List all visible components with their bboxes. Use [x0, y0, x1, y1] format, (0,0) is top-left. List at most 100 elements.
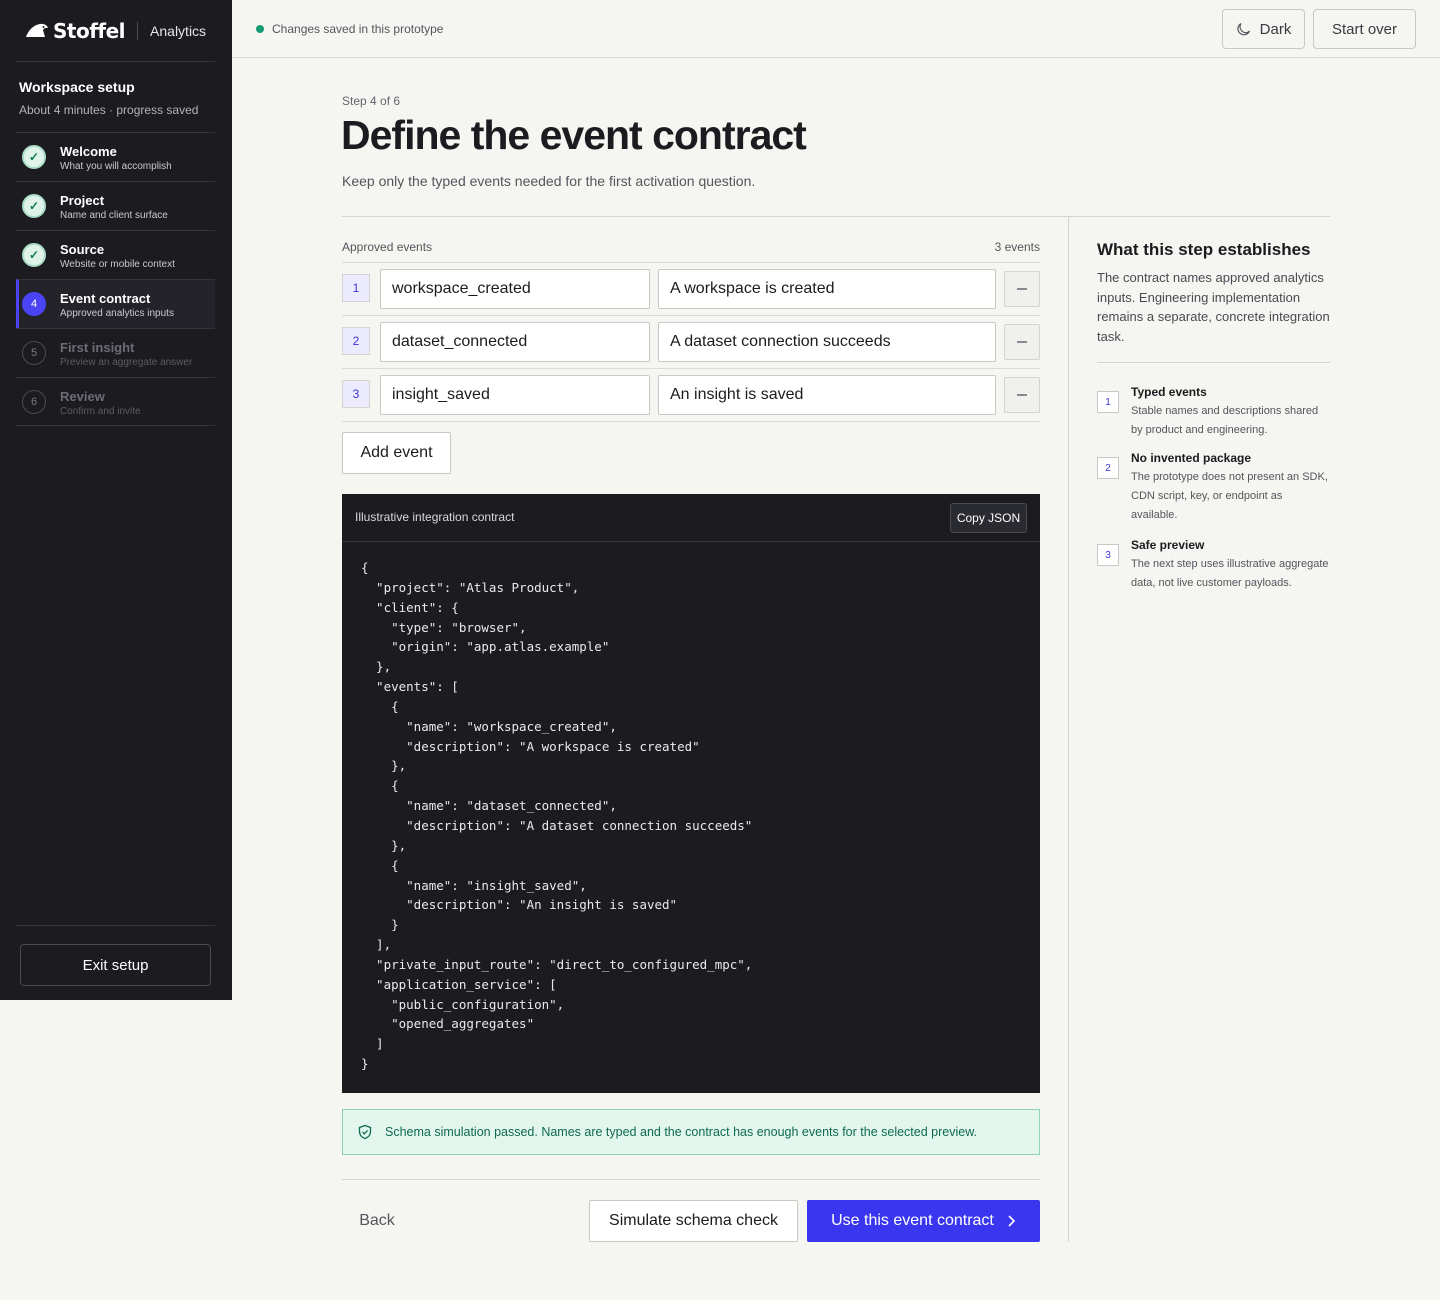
shield-check-icon [358, 1124, 372, 1140]
step-welcome[interactable]: ✓ Welcome What you will accomplish [16, 132, 215, 181]
save-status: Changes saved in this prototype [256, 22, 443, 36]
item-text: The prototype does not present an SDK, C… [1131, 471, 1328, 521]
step-desc: Confirm and invite [60, 406, 141, 417]
item-title: No invented package [1131, 451, 1252, 465]
step-name: Source [60, 242, 105, 257]
item-number: 1 [1097, 391, 1119, 413]
step-number: 5 [22, 341, 46, 365]
integration-contract: Illustrative integration contract Copy J… [342, 494, 1040, 1093]
event-name-input[interactable] [380, 269, 650, 309]
divider [342, 368, 1040, 369]
panel-title: What this step establishes [1097, 240, 1311, 259]
divider [1097, 362, 1330, 363]
step-desc: Name and client surface [60, 210, 168, 221]
divider [342, 315, 1040, 316]
divider [342, 421, 1040, 422]
event-row: 3 [342, 375, 1040, 415]
start-over-button[interactable]: Start over [1313, 9, 1416, 49]
brand-name: Stoffel [53, 19, 126, 43]
simulate-schema-check-button[interactable]: Simulate schema check [589, 1200, 798, 1242]
step-desc: Approved analytics inputs [60, 308, 174, 319]
brand: Stoffel Analytics [24, 18, 206, 44]
event-number: 2 [342, 327, 370, 355]
events-count: 3 events [994, 240, 1040, 254]
code-title: Illustrative integration contract [355, 510, 515, 524]
step-name: First insight [60, 340, 135, 355]
event-number: 1 [342, 274, 370, 302]
stoffel-logo-icon [26, 23, 48, 37]
success-text: Schema simulation passed. Names are type… [385, 1125, 978, 1139]
minus-icon [1017, 394, 1027, 396]
event-row: 2 [342, 322, 1040, 362]
setup-steps: ✓ Welcome What you will accomplish ✓ Pro… [16, 132, 215, 426]
copy-json-button[interactable]: Copy JSON [950, 503, 1027, 533]
step-name: Review [60, 389, 105, 404]
event-description-input[interactable] [658, 269, 996, 309]
item-title: Typed events [1131, 385, 1207, 399]
panel-text: The contract names approved analytics in… [1097, 270, 1330, 344]
step-project[interactable]: ✓ Project Name and client surface [16, 181, 215, 230]
use-event-contract-button[interactable]: Use this event contract [807, 1200, 1040, 1242]
step-desc: What you will accomplish [60, 161, 172, 172]
step-desc: Preview an aggregate answer [60, 357, 193, 368]
remove-event-button[interactable] [1004, 377, 1040, 413]
step-number: 6 [22, 390, 46, 414]
column-divider [1068, 216, 1069, 1242]
divider [342, 1179, 1040, 1180]
step-name: Welcome [60, 144, 117, 159]
events-label: Approved events [342, 240, 433, 254]
step-name: Event contract [60, 291, 151, 306]
back-button[interactable]: Back [342, 1200, 412, 1242]
workspace-title: Workspace setup [19, 79, 135, 95]
add-event-button[interactable]: Add event [342, 432, 451, 474]
chevron-right-icon [1008, 1215, 1016, 1227]
remove-event-button[interactable] [1004, 324, 1040, 360]
success-banner: Schema simulation passed. Names are type… [342, 1109, 1040, 1155]
event-row: 1 [342, 269, 1040, 309]
sidebar-divider [16, 925, 215, 926]
step-number: 4 [22, 292, 46, 316]
dark-mode-label: Dark [1259, 20, 1292, 38]
event-number: 3 [342, 380, 370, 408]
check-icon: ✓ [22, 243, 46, 267]
divider [342, 216, 1330, 217]
item-text: Stable names and descriptions shared by … [1131, 405, 1319, 436]
code-content: { "project": "Atlas Product", "client": … [361, 560, 753, 1072]
brand-logo[interactable]: Stoffel [24, 19, 126, 43]
sidebar-divider [16, 61, 215, 62]
step-first-insight: 5 First insight Preview an aggregate ans… [16, 328, 215, 377]
step-review: 6 Review Confirm and invite [16, 377, 215, 426]
workspace-subtitle: About 4 minutes · progress saved [19, 103, 199, 117]
item-title: Safe preview [1131, 538, 1205, 552]
step-source[interactable]: ✓ Source Website or mobile context [16, 230, 215, 279]
minus-icon [1017, 288, 1027, 290]
use-contract-label: Use this event contract [831, 1212, 994, 1229]
code-header: Illustrative integration contract Copy J… [342, 494, 1040, 542]
event-description-input[interactable] [658, 375, 996, 415]
save-status-text: Changes saved in this prototype [272, 22, 444, 36]
check-icon: ✓ [22, 145, 46, 169]
page-title: Define the event contract [341, 112, 807, 158]
step-counter: Step 4 of 6 [342, 94, 401, 108]
step-desc: Website or mobile context [60, 259, 175, 270]
check-icon: ✓ [22, 194, 46, 218]
exit-setup-button[interactable]: Exit setup [20, 944, 211, 986]
event-name-input[interactable] [380, 322, 650, 362]
dark-mode-button[interactable]: Dark [1222, 9, 1305, 49]
events-header: Approved events 3 events [342, 240, 1040, 254]
remove-event-button[interactable] [1004, 271, 1040, 307]
topbar: Changes saved in this prototype Dark Sta… [232, 0, 1440, 58]
divider [342, 262, 1040, 263]
status-dot-icon [256, 25, 264, 33]
moon-icon [1237, 22, 1250, 36]
page-subtitle: Keep only the typed events needed for th… [342, 173, 756, 189]
step-name: Project [60, 193, 105, 208]
step-event-contract[interactable]: 4 Event contract Approved analytics inpu… [16, 279, 215, 328]
brand-product: Analytics [150, 23, 207, 39]
event-description-input[interactable] [658, 322, 996, 362]
sidebar: Stoffel Analytics Workspace setup About … [0, 0, 232, 1000]
minus-icon [1017, 341, 1027, 343]
brand-divider [137, 22, 139, 40]
item-number: 3 [1097, 544, 1119, 566]
event-name-input[interactable] [380, 375, 650, 415]
